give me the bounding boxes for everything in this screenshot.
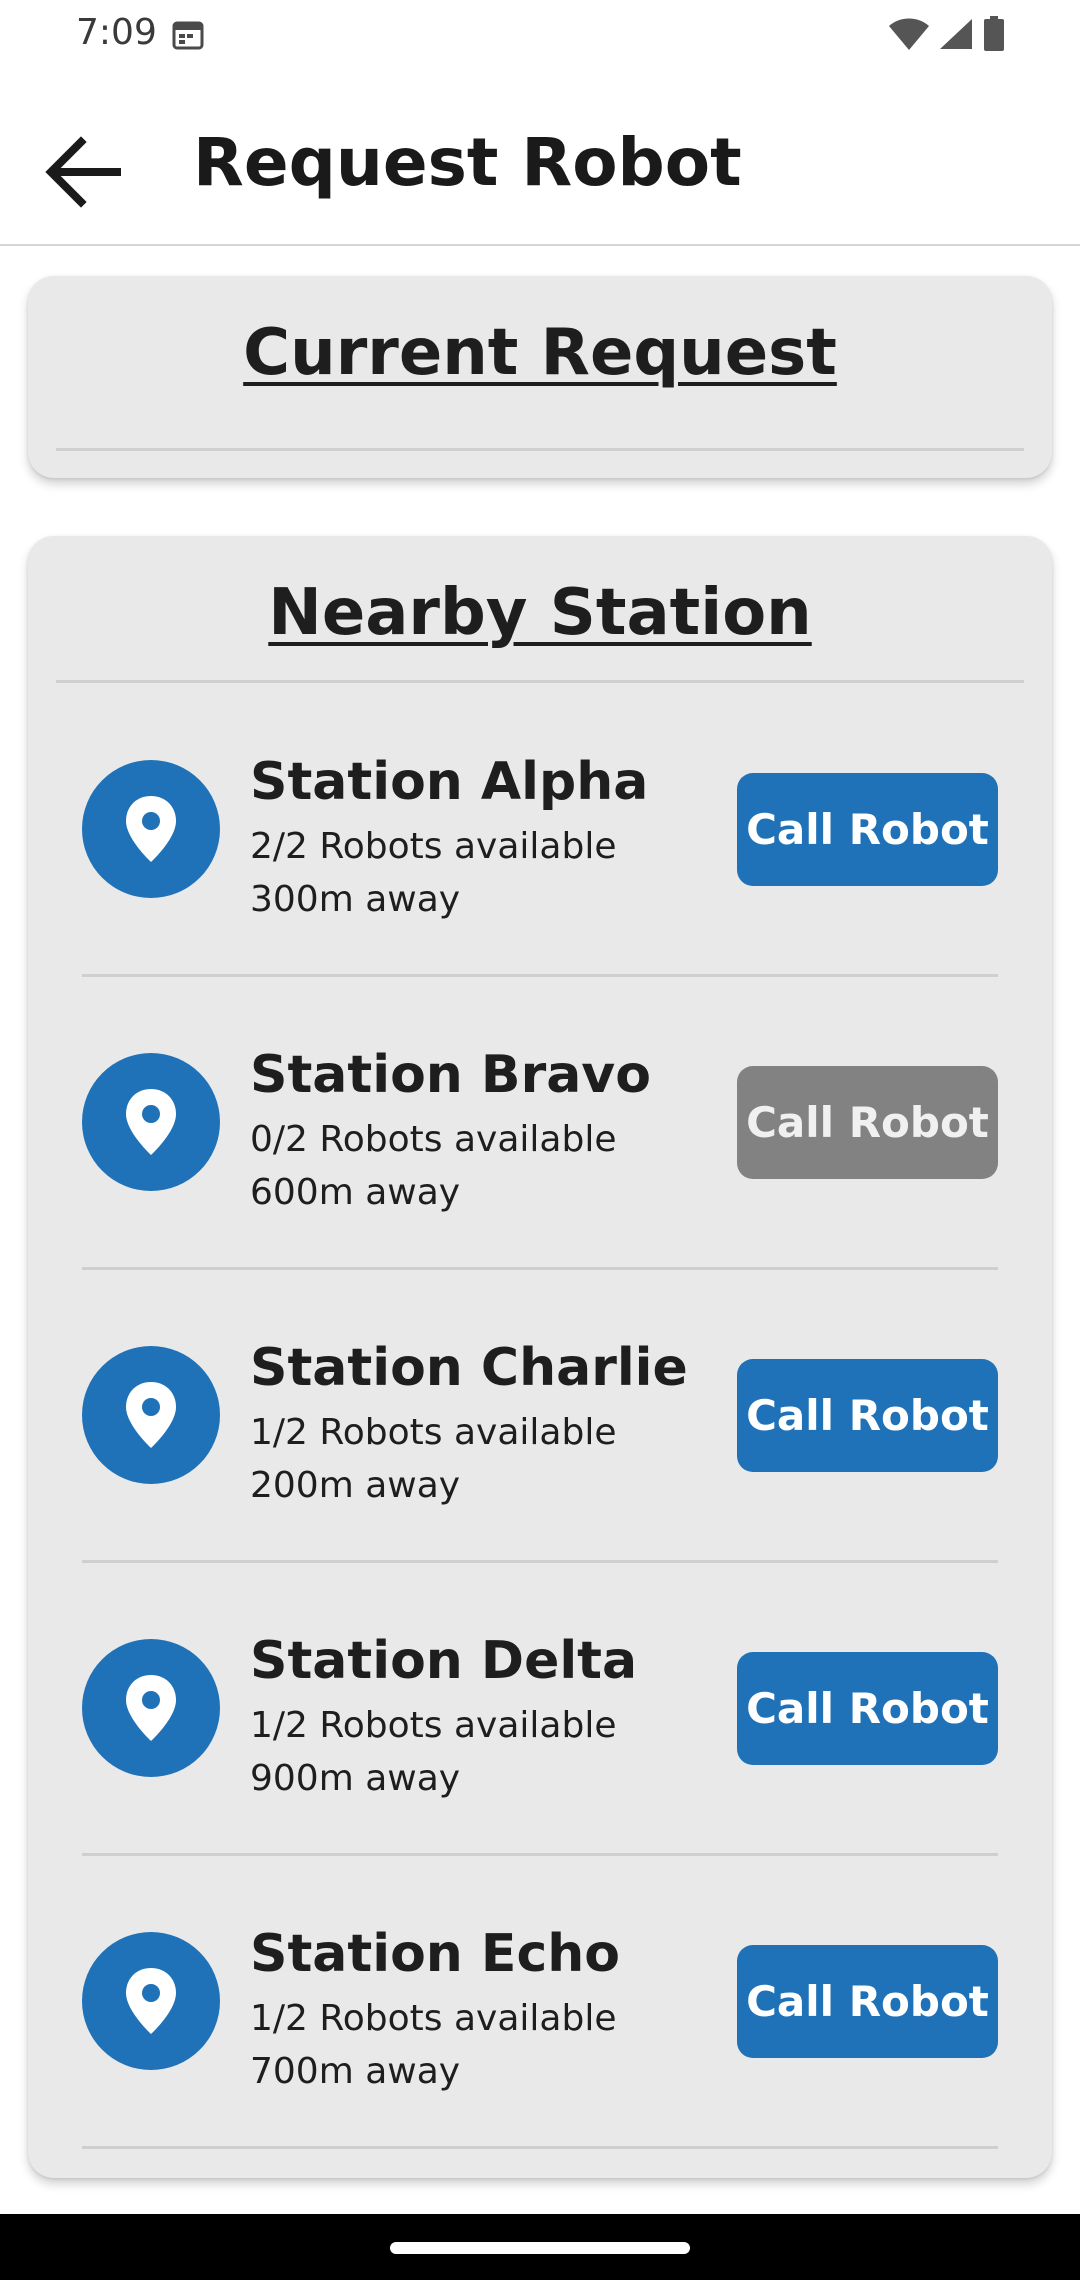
battery-icon bbox=[984, 16, 1004, 51]
calendar-icon bbox=[172, 21, 204, 50]
station-distance: 200m away bbox=[250, 1465, 461, 1506]
nearby-station-card: Nearby Station Station Alpha 2/2 Robots … bbox=[28, 536, 1052, 2178]
list-item: Station Bravo 0/2 Robots available 600m … bbox=[28, 977, 1052, 1270]
station-name: Station Echo bbox=[250, 1924, 621, 1984]
location-pin-icon bbox=[126, 1968, 176, 2034]
station-distance: 900m away bbox=[250, 1758, 461, 1799]
station-avatar bbox=[82, 1346, 220, 1484]
location-pin-icon bbox=[126, 1382, 176, 1448]
divider bbox=[82, 2146, 998, 2149]
list-item: Station Echo 1/2 Robots available 700m a… bbox=[28, 1856, 1052, 2149]
station-distance: 600m away bbox=[250, 1172, 461, 1213]
status-bar: 7:09 bbox=[0, 0, 1080, 66]
call-robot-button[interactable]: Call Robot bbox=[737, 1945, 998, 2058]
arrow-left-icon bbox=[45, 136, 121, 208]
nearby-station-header: Nearby Station bbox=[268, 576, 812, 650]
wifi-icon bbox=[889, 18, 929, 50]
station-availability: 1/2 Robots available bbox=[250, 1412, 617, 1453]
station-availability: 1/2 Robots available bbox=[250, 1998, 617, 2039]
home-gesture-handle[interactable] bbox=[390, 2242, 690, 2254]
call-robot-button[interactable]: Call Robot bbox=[737, 1652, 998, 1765]
call-robot-button[interactable]: Call Robot bbox=[737, 773, 998, 886]
list-item: Station Delta 1/2 Robots available 900m … bbox=[28, 1563, 1052, 1856]
station-distance: 300m away bbox=[250, 879, 461, 920]
station-distance: 700m away bbox=[250, 2051, 461, 2092]
station-name: Station Delta bbox=[250, 1631, 638, 1691]
call-robot-button[interactable]: Call Robot bbox=[737, 1359, 998, 1472]
navigation-bar bbox=[0, 2214, 1080, 2280]
status-time: 7:09 bbox=[76, 12, 157, 53]
station-name: Station Bravo bbox=[250, 1045, 651, 1105]
app-bar: Request Robot bbox=[0, 66, 1080, 246]
station-list: Station Alpha 2/2 Robots available 300m … bbox=[28, 684, 1052, 2149]
call-robot-button[interactable]: Call Robot bbox=[737, 1066, 998, 1179]
location-pin-icon bbox=[126, 1089, 176, 1155]
location-pin-icon bbox=[126, 1675, 176, 1741]
station-avatar bbox=[82, 1639, 220, 1777]
station-avatar bbox=[82, 1932, 220, 2070]
divider bbox=[56, 448, 1024, 451]
station-avatar bbox=[82, 760, 220, 898]
station-availability: 2/2 Robots available bbox=[250, 826, 617, 867]
page-title: Request Robot bbox=[193, 124, 742, 201]
signal-icon bbox=[940, 19, 972, 49]
current-request-card: Current Request bbox=[28, 276, 1052, 478]
location-pin-icon bbox=[126, 796, 176, 862]
station-avatar bbox=[82, 1053, 220, 1191]
list-item: Station Charlie 1/2 Robots available 200… bbox=[28, 1270, 1052, 1563]
back-button[interactable] bbox=[30, 122, 140, 222]
status-icons bbox=[888, 16, 1006, 52]
station-availability: 0/2 Robots available bbox=[250, 1119, 617, 1160]
station-name: Station Charlie bbox=[250, 1338, 688, 1398]
list-item: Station Alpha 2/2 Robots available 300m … bbox=[28, 684, 1052, 977]
current-request-header: Current Request bbox=[243, 316, 837, 390]
divider bbox=[56, 680, 1024, 683]
station-name: Station Alpha bbox=[250, 752, 649, 812]
station-availability: 1/2 Robots available bbox=[250, 1705, 617, 1746]
